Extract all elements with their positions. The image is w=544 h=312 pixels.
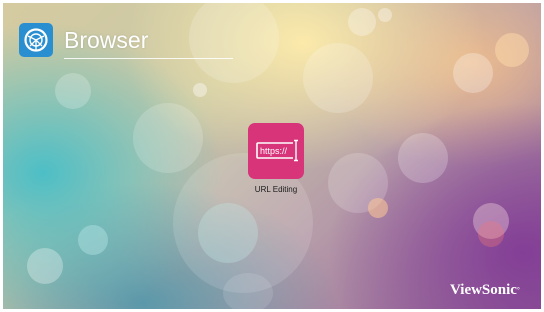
- bokeh-circle: [473, 203, 509, 239]
- bokeh-circle: [478, 221, 504, 247]
- bokeh-circle: [348, 8, 376, 36]
- bokeh-circle: [198, 203, 258, 263]
- app-tile-url-editing[interactable]: https:// URL Editing: [246, 123, 306, 198]
- bokeh-circle: [368, 198, 388, 218]
- globe-icon: [24, 28, 48, 52]
- bokeh-circle: [398, 133, 448, 183]
- title-underline: [64, 58, 233, 59]
- bokeh-circle: [303, 43, 373, 113]
- bokeh-circle: [133, 103, 203, 173]
- bokeh-circle: [55, 73, 91, 109]
- bokeh-circle: [223, 273, 273, 309]
- bokeh-circle: [378, 8, 392, 22]
- viewsonic-logo: ViewSonic°: [450, 282, 520, 298]
- bokeh-circle: [78, 225, 108, 255]
- app-header: Browser: [19, 23, 233, 59]
- page-title: Browser: [64, 27, 149, 53]
- app-tile-label: URL Editing: [254, 185, 298, 194]
- bokeh-circle: [328, 153, 388, 213]
- brand-logo-text: ViewSonic: [450, 282, 517, 298]
- launcher-screen: Browser https:// URL Editing ViewSonic°: [3, 3, 541, 309]
- url-edit-icon: https://: [248, 123, 304, 179]
- bokeh-circle: [495, 33, 529, 67]
- browser-app-icon: [19, 23, 53, 57]
- bokeh-circle: [453, 53, 493, 93]
- bokeh-circle: [193, 83, 207, 97]
- url-edit-icon-text: https://: [260, 146, 288, 156]
- bokeh-circle: [27, 248, 63, 284]
